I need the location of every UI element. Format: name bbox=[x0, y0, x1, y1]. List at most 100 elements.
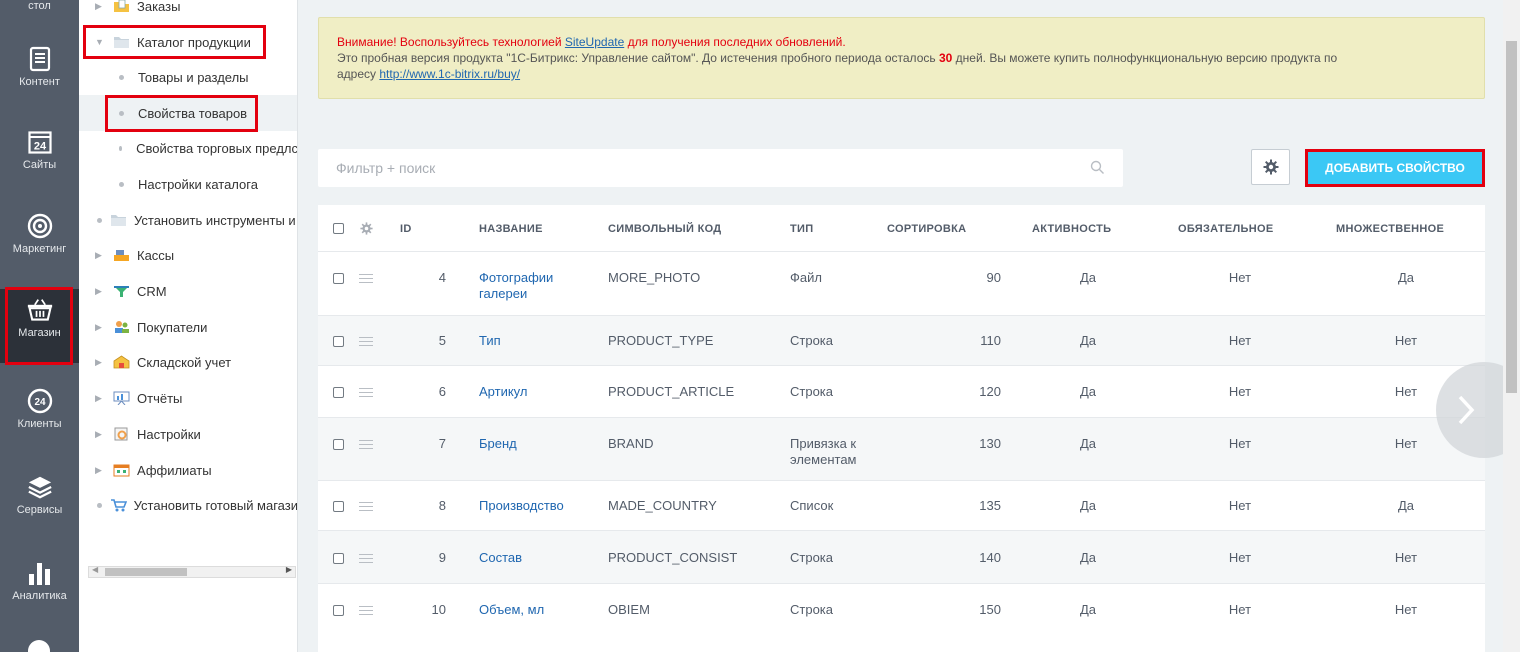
settings-button[interactable] bbox=[1251, 149, 1290, 185]
cell-required: Нет bbox=[1228, 550, 1252, 565]
tree-item-reports[interactable]: ▶ Отчёты bbox=[79, 380, 297, 416]
row-checkbox[interactable] bbox=[333, 439, 344, 450]
table-row[interactable]: 5 Тип PRODUCT_TYPE Строка 110 Да Нет Нет bbox=[318, 315, 1485, 365]
header-active[interactable]: АКТИВНОСТЬ bbox=[1032, 205, 1111, 251]
rail-item-analytics[interactable]: Аналитика bbox=[0, 552, 79, 634]
cell-name-link[interactable]: Тип bbox=[479, 333, 501, 349]
cell-name-link[interactable]: Артикул bbox=[479, 384, 527, 400]
drag-handle-icon[interactable] bbox=[359, 337, 373, 347]
cell-code: BRAND bbox=[608, 436, 654, 451]
rail-item-clients[interactable]: 24 Клиенты bbox=[0, 380, 79, 462]
scroll-thumb[interactable] bbox=[1506, 41, 1517, 393]
header-sort[interactable]: СОРТИРОВКА bbox=[887, 205, 966, 251]
expand-arrow-icon[interactable]: ▶ bbox=[95, 393, 105, 404]
expand-arrow-icon[interactable]: ▶ bbox=[95, 429, 105, 440]
filter-search-input[interactable]: Фильтр + поиск bbox=[318, 149, 1123, 187]
tree-item-settings[interactable]: ▶ Настройки bbox=[79, 416, 297, 452]
column-settings-icon[interactable] bbox=[360, 222, 373, 235]
reports-icon bbox=[113, 391, 130, 406]
table-row[interactable]: 6 Артикул PRODUCT_ARTICLE Строка 120 Да Нет Нет bbox=[318, 365, 1485, 417]
drag-handle-icon[interactable] bbox=[359, 388, 373, 398]
header-code[interactable]: СИМВОЛЬНЫЙ КОД bbox=[608, 205, 721, 251]
search-placeholder: Фильтр + поиск bbox=[336, 160, 436, 176]
drag-handle-icon[interactable] bbox=[359, 554, 373, 564]
tree-item-install-shop[interactable]: Установить готовый магази bbox=[79, 487, 297, 523]
expand-arrow-icon[interactable]: ▶ bbox=[95, 1, 105, 12]
rail-item-marketing[interactable]: Маркетинг bbox=[0, 205, 79, 287]
tree-label: Аффилиаты bbox=[137, 462, 212, 478]
vertical-scrollbar[interactable] bbox=[1503, 0, 1520, 652]
tree-item-install-tools[interactable]: Установить инструменты и bbox=[79, 202, 297, 238]
notice-text: Это пробная версия продукта "1С-Битрикс:… bbox=[337, 51, 939, 65]
rail-item-desktop[interactable]: стол bbox=[0, 0, 79, 16]
notice-text: дней. Вы можете купить полнофункциональн… bbox=[952, 51, 1338, 65]
tree-item-cashboxes[interactable]: ▶ Кассы bbox=[79, 237, 297, 273]
drag-handle-icon[interactable] bbox=[359, 440, 373, 450]
table-row[interactable]: 7 Бренд BRAND Привязка к элементам 130 Да Нет Не… bbox=[318, 417, 1485, 480]
rail-more-icon[interactable] bbox=[28, 640, 50, 652]
table-row[interactable]: 8 Производство MADE_COUNTRY Список 135 Да Нет Д… bbox=[318, 480, 1485, 530]
row-checkbox[interactable] bbox=[333, 273, 344, 284]
expand-arrow-icon[interactable]: ▶ bbox=[95, 286, 105, 297]
select-all-checkbox[interactable] bbox=[333, 223, 344, 234]
tree-item-products-sections[interactable]: Товары и разделы bbox=[79, 59, 297, 95]
cell-name-link[interactable]: галереи bbox=[479, 286, 527, 302]
row-checkbox[interactable] bbox=[333, 605, 344, 616]
row-checkbox[interactable] bbox=[333, 553, 344, 564]
drag-handle-icon[interactable] bbox=[359, 502, 373, 512]
left-rail: стол Контент 24 Сайты Маркетинг Магазин bbox=[0, 0, 79, 652]
header-type[interactable]: ТИП bbox=[790, 205, 813, 251]
tree-item-affiliates[interactable]: ▶ Аффилиаты bbox=[79, 452, 297, 488]
cell-name-link[interactable]: Объем, мл bbox=[479, 602, 544, 618]
collapse-arrow-icon[interactable]: ▼ bbox=[95, 37, 105, 47]
basket-icon bbox=[27, 297, 53, 323]
tree-item-offer-properties[interactable]: Свойства торговых предлс bbox=[79, 130, 297, 166]
tree-horizontal-scrollbar[interactable]: ◀ ▶ bbox=[88, 565, 296, 578]
gear-icon bbox=[1263, 159, 1278, 175]
rail-item-content[interactable]: Контент bbox=[0, 38, 79, 120]
row-checkbox[interactable] bbox=[333, 387, 344, 398]
tree-item-warehouse[interactable]: ▶ Складской учет bbox=[79, 344, 297, 380]
search-icon[interactable] bbox=[1090, 160, 1105, 175]
scroll-thumb[interactable] bbox=[105, 568, 187, 576]
rail-item-services[interactable]: Сервисы bbox=[0, 466, 79, 548]
tree-item-orders[interactable]: ▶ Заказы bbox=[79, 0, 297, 24]
rail-item-shop[interactable]: Магазин bbox=[0, 289, 79, 363]
drag-handle-icon[interactable] bbox=[359, 606, 373, 616]
cell-name-link[interactable]: Состав bbox=[479, 550, 522, 566]
row-checkbox[interactable] bbox=[333, 501, 344, 512]
add-property-button[interactable]: ДОБАВИТЬ СВОЙСТВО bbox=[1305, 149, 1485, 187]
scroll-left-icon[interactable]: ◀ bbox=[92, 565, 98, 574]
rail-item-sites[interactable]: 24 Сайты bbox=[0, 121, 79, 203]
tree-item-catalog[interactable]: ▼ Каталог продукции bbox=[79, 24, 297, 60]
cell-name-link[interactable]: Производство bbox=[479, 498, 564, 514]
scroll-right-icon[interactable]: ▶ bbox=[286, 565, 292, 574]
siteupdate-link[interactable]: SiteUpdate bbox=[565, 35, 624, 49]
header-multiple[interactable]: МНОЖЕСТВЕННОЕ bbox=[1336, 205, 1444, 251]
header-name[interactable]: НАЗВАНИЕ bbox=[479, 205, 543, 251]
header-id[interactable]: ID bbox=[400, 205, 412, 251]
expand-arrow-icon[interactable]: ▶ bbox=[95, 357, 105, 368]
table-row[interactable]: 4 Фотографии галереи MORE_PHOTO Файл 90 Да Нет Д… bbox=[318, 251, 1485, 315]
cell-active: Да bbox=[1079, 333, 1097, 348]
header-required[interactable]: ОБЯЗАТЕЛЬНОЕ bbox=[1178, 205, 1274, 251]
table-row[interactable]: 9 Состав PRODUCT_CONSIST Строка 140 Да Нет Нет bbox=[318, 530, 1485, 583]
cell-name-link[interactable]: Фотографии bbox=[479, 270, 553, 286]
folder-icon bbox=[113, 35, 130, 49]
drag-handle-icon[interactable] bbox=[359, 274, 373, 284]
expand-arrow-icon[interactable]: ▶ bbox=[95, 322, 105, 333]
cell-sort: 110 bbox=[980, 333, 1001, 348]
table-row[interactable]: 10 Объем, мл OBIEM Строка 150 Да Нет Нет bbox=[318, 583, 1485, 635]
tree-item-product-properties[interactable]: Свойства товаров bbox=[79, 95, 297, 131]
cell-name-link[interactable]: Бренд bbox=[479, 436, 517, 452]
cell-sort: 90 bbox=[986, 270, 1001, 285]
buy-link[interactable]: http://www.1c-bitrix.ru/buy/ bbox=[379, 67, 520, 81]
tree-item-crm[interactable]: ▶ CRM bbox=[79, 273, 297, 309]
expand-arrow-icon[interactable]: ▶ bbox=[95, 250, 105, 261]
tree-item-catalog-settings[interactable]: Настройки каталога bbox=[79, 166, 297, 202]
cell-multiple: Да bbox=[1397, 270, 1415, 285]
row-checkbox[interactable] bbox=[333, 336, 344, 347]
bullet-icon bbox=[119, 110, 124, 116]
expand-arrow-icon[interactable]: ▶ bbox=[95, 465, 105, 476]
tree-item-buyers[interactable]: ▶ Покупатели bbox=[79, 309, 297, 345]
